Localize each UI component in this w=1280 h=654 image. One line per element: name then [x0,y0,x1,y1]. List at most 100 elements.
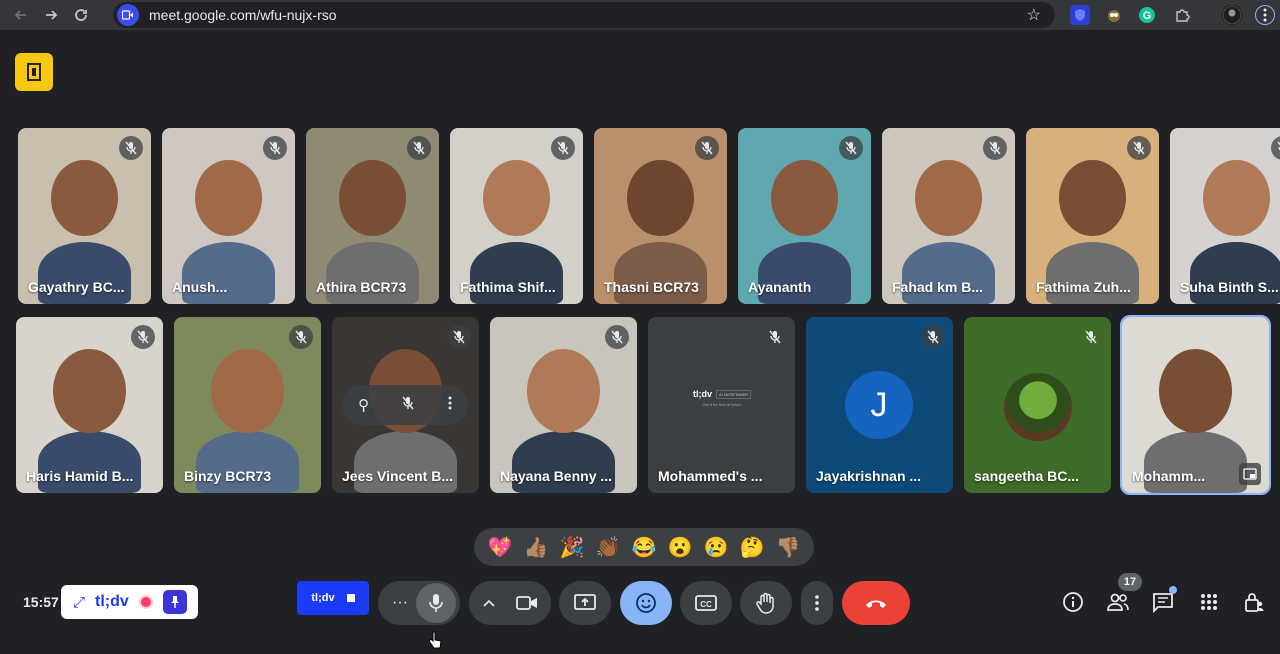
reaction-emoji[interactable]: 👍🏽 [521,535,551,560]
people-button[interactable] [1106,590,1130,614]
forward-button[interactable] [36,0,66,30]
mic-off-icon [402,396,415,409]
muted-indicator [447,325,471,349]
picture-in-picture-icon[interactable] [1239,463,1261,485]
tldv-chip-label: tl;dv [311,592,335,604]
participant-tile[interactable]: Binzy BCR73 [174,317,321,493]
call-controls: 15:57 ⤢ tl;dv tl;dv ··· CC 17 [0,570,1280,649]
participant-tile[interactable]: Athira BCR73 [306,128,439,304]
participant-tile[interactable]: Thasni BCR73 [594,128,727,304]
mic-toggle-button[interactable] [416,583,456,623]
tldv-recording-chip[interactable]: tl;dv [297,581,369,615]
participant-tile[interactable]: Haris Hamid B... [16,317,163,493]
extension-grammarly-icon[interactable]: G [1137,5,1157,25]
mic-off-icon [1277,141,1280,151]
participant-tile[interactable]: Fathima Shif... [450,128,583,304]
tldv-notetaker-badge: AI NOTETAKER [715,389,752,399]
participant-name: Jees Vincent B... [342,468,454,484]
extension-owl-icon[interactable] [1104,5,1124,25]
participant-name: Binzy BCR73 [184,468,272,484]
participant-name: Gayathry BC... [28,279,125,295]
present-screen-button[interactable] [559,581,611,625]
participant-name: Haris Hamid B... [26,468,134,484]
extensions-puzzle-icon[interactable] [1172,5,1192,25]
stop-square-icon[interactable] [346,594,355,602]
participant-tile[interactable]: Mohamm... [1120,315,1271,495]
people-count-badge: 17 [1118,573,1142,591]
mute-participant-icon[interactable] [401,396,415,415]
pin-icon[interactable]: ⚲ [358,396,369,414]
reaction-emoji[interactable]: 🤔 [737,535,767,560]
muted-indicator [263,136,287,160]
tldv-magic-button[interactable] [162,590,187,614]
muted-indicator [983,136,1007,160]
leave-call-button[interactable] [842,581,910,625]
participant-tile[interactable]: Nayana Benny ... [490,317,637,493]
mic-control-group: ··· [378,581,460,625]
record-dot-icon[interactable] [138,595,153,609]
captions-button[interactable]: CC [680,581,732,625]
participant-tile[interactable]: Jees Vincent B... ⚲ [332,317,479,493]
breakout-rooms-button[interactable] [15,53,53,91]
meeting-info-button[interactable] [1061,590,1085,614]
muted-indicator [551,136,575,160]
avatar [1004,373,1072,441]
svg-text:CC: CC [700,600,712,609]
mic-off-icon [769,330,781,344]
mic-off-icon [927,330,939,344]
tldv-widget[interactable]: ⤢ tl;dv [61,585,198,619]
muted-indicator [605,325,629,349]
reaction-emoji[interactable]: 🎉 [557,535,587,560]
reaction-emoji[interactable]: 😢 [701,535,731,560]
camera-toggle-button[interactable] [507,583,547,623]
participant-tile[interactable]: Fahad km B... [882,128,1015,304]
lock-person-icon [1245,593,1264,612]
participant-tile[interactable]: Ayananth [738,128,871,304]
mic-options-button[interactable]: ··· [392,594,408,612]
participant-tile[interactable]: J Jayakrishnan ... [806,317,953,493]
participant-name: sangeetha BC... [974,468,1080,484]
meeting-clock: 15:57 [23,594,59,610]
browser-menu-button[interactable] [1255,5,1275,25]
apps-grid-icon [1201,594,1217,610]
participant-tile[interactable]: Gayathry BC... [18,128,151,304]
profile-avatar[interactable] [1222,5,1242,25]
host-controls-button[interactable] [1242,590,1266,614]
video-camera-icon [516,596,537,610]
muted-indicator [1271,136,1280,160]
tile-more-icon[interactable] [448,396,452,415]
chevron-up-icon[interactable] [483,599,495,607]
reaction-emoji[interactable]: 💖 [485,535,515,560]
bookmark-star-icon[interactable]: ☆ [1027,5,1041,25]
meet-stage: Gayathry BC... Anush... Athira BCR73 Fathim… [0,30,1280,649]
reload-icon [75,9,87,21]
address-bar[interactable]: meet.google.com/wfu-nujx-rso ☆ [113,2,1055,28]
expand-icon[interactable]: ⤢ [73,594,85,611]
svg-text:G: G [1143,10,1152,22]
activities-button[interactable] [1197,590,1221,614]
participant-name: Fahad km B... [892,279,984,295]
reaction-emoji[interactable]: 👎🏽 [773,535,803,560]
reaction-emoji[interactable]: 😮 [665,535,695,560]
back-button[interactable] [6,0,36,30]
reactions-button[interactable] [620,581,672,625]
participant-face [52,348,127,434]
participant-name: Anush... [172,279,228,295]
reaction-emoji[interactable]: 👏🏾 [593,535,623,560]
participant-tile[interactable]: Suha Binth S... [1170,128,1280,304]
participant-tile[interactable]: Anush... [162,128,295,304]
reaction-emoji[interactable]: 😂 [629,535,659,560]
participant-tile[interactable]: sangeetha BC... [964,317,1111,493]
tldv-notetaker-title: tl;dv [692,389,712,399]
participant-tile[interactable]: tl;dv AI NOTETAKER Get it for free at tldv… [648,317,795,493]
extension-shield-icon[interactable] [1070,5,1090,25]
participant-tile[interactable]: Fathima Zuh... [1026,128,1159,304]
present-screen-icon [574,594,596,610]
meet-site-icon [117,4,139,26]
raise-hand-button[interactable] [740,581,792,625]
chat-button[interactable] [1151,586,1177,614]
reload-button[interactable] [66,0,96,30]
mic-off-icon [1085,330,1097,344]
more-options-button[interactable] [801,581,833,625]
tldv-logo: tl;dv [95,593,129,610]
